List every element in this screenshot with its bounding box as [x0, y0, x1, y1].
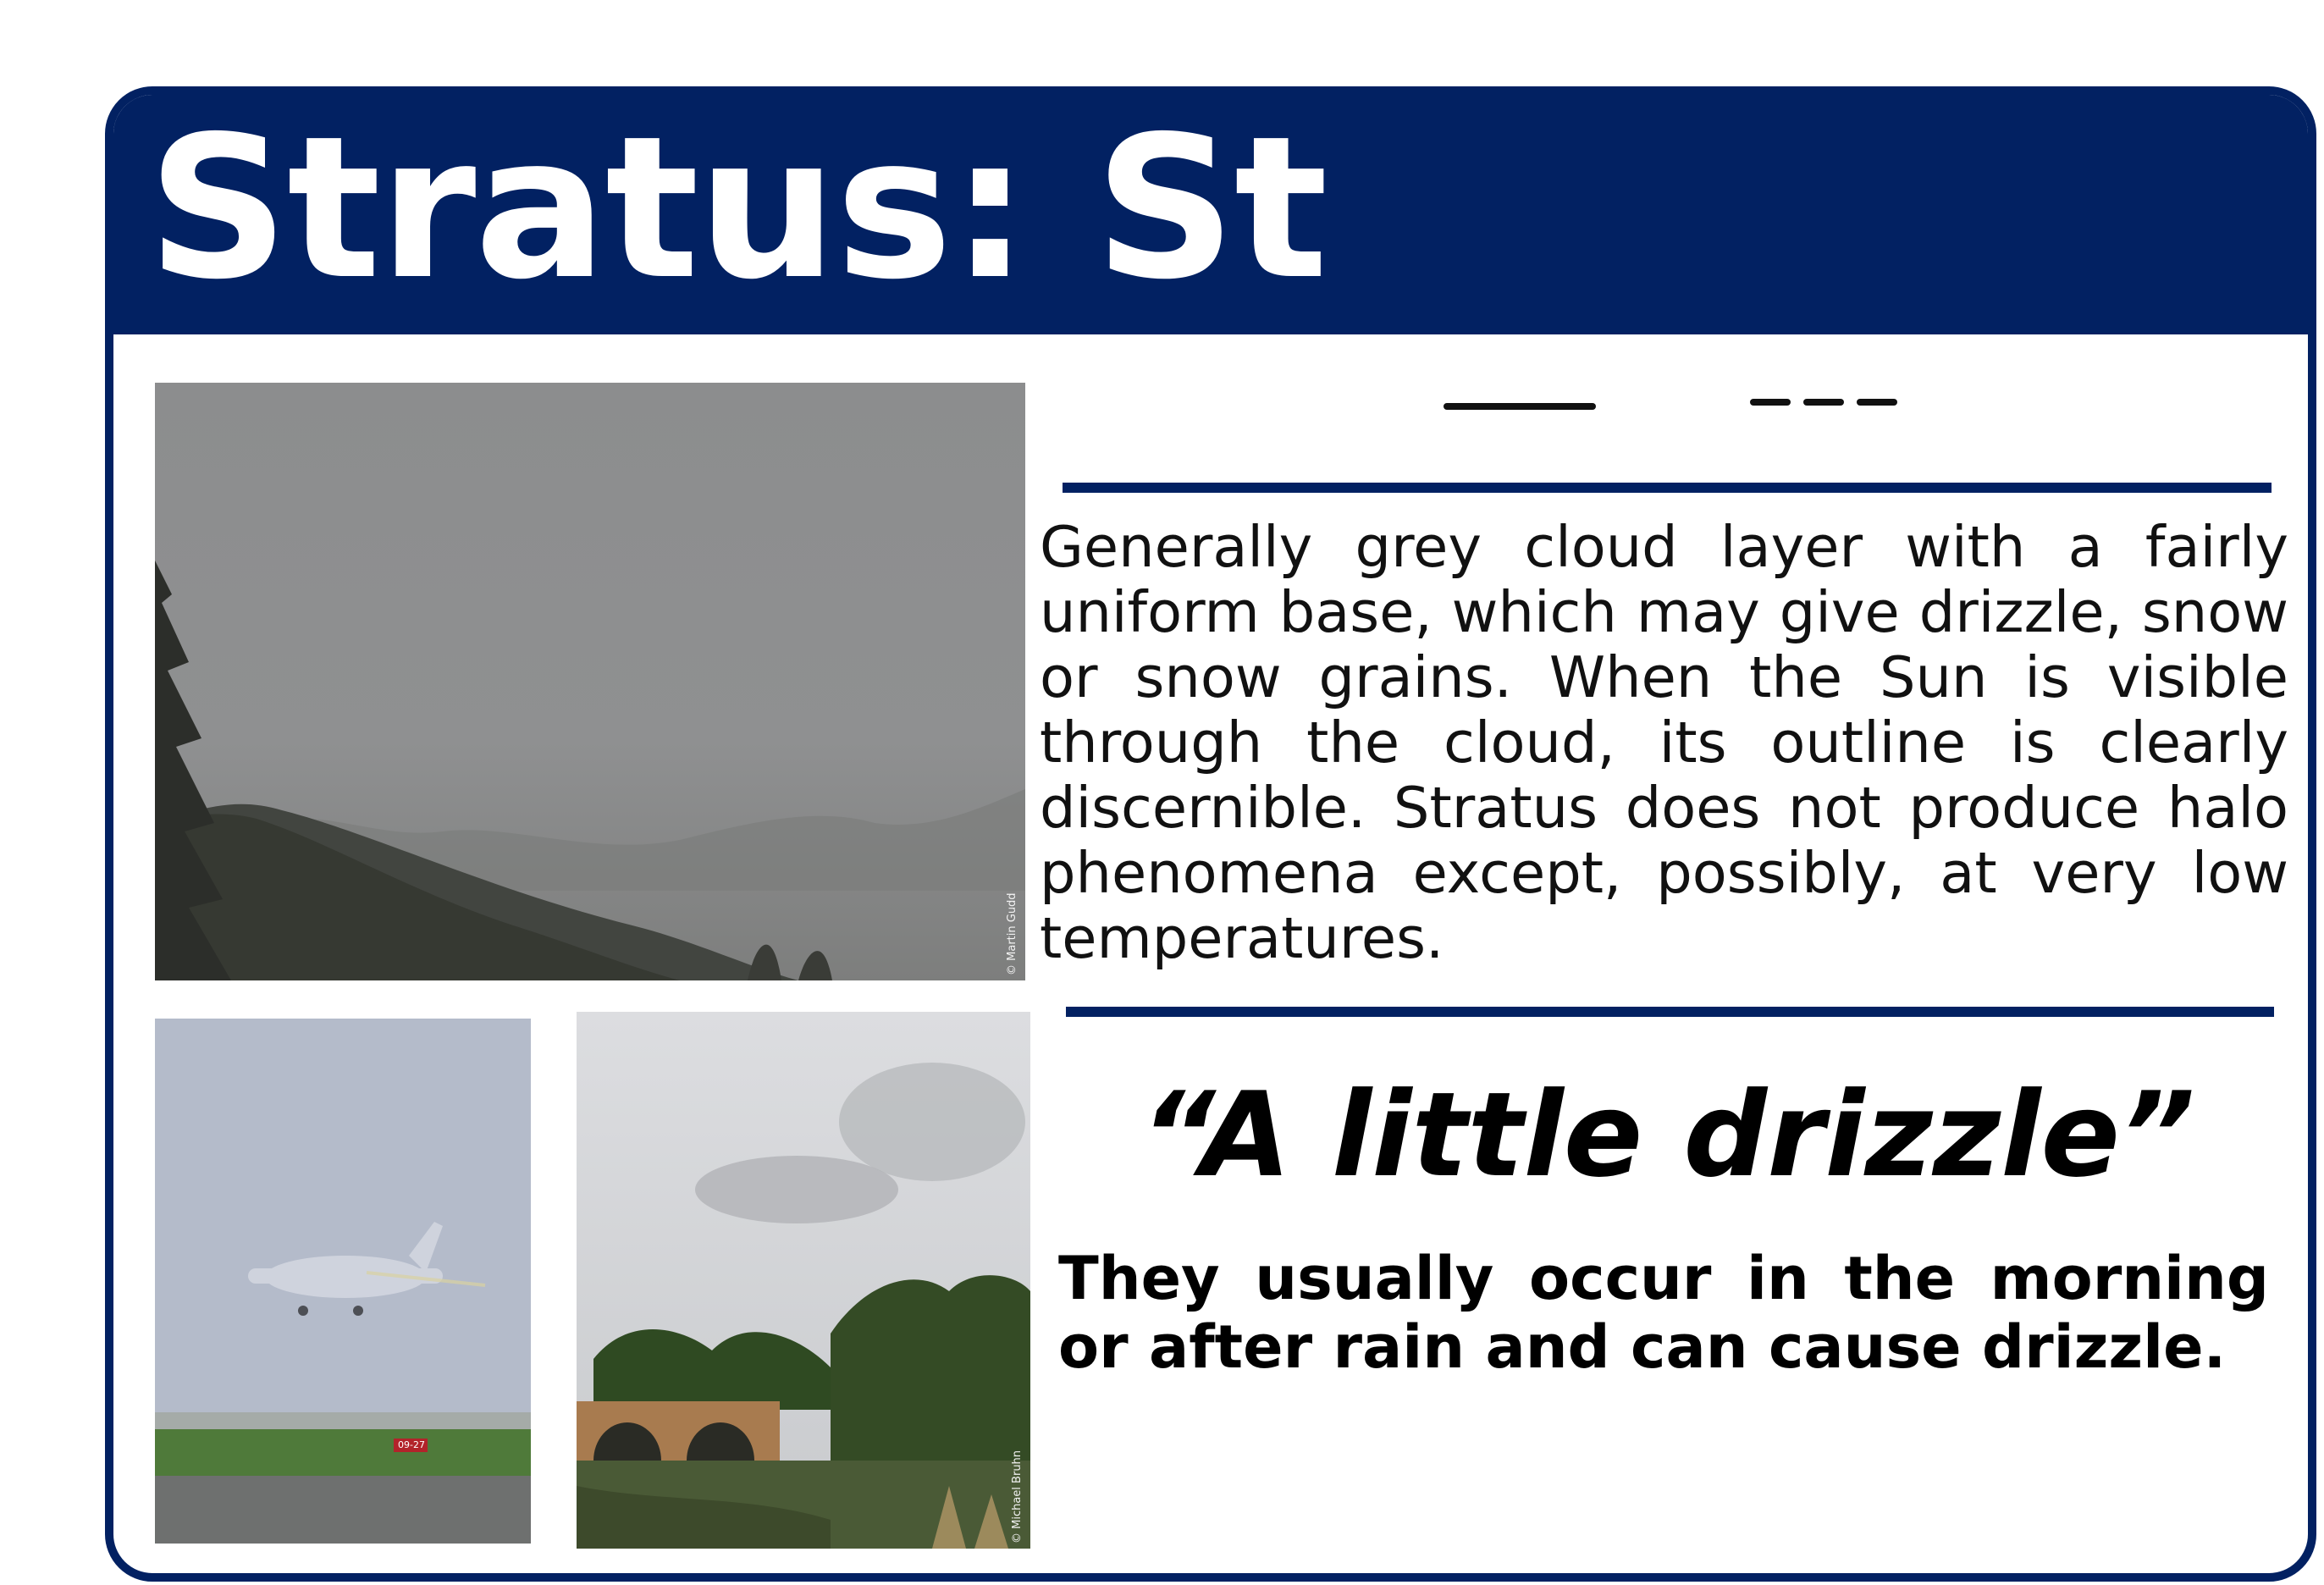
page-title: Stratus: St — [147, 94, 1328, 323]
divider-bottom — [1066, 1007, 2274, 1017]
occurrence-note: They usually occur in the morning or aft… — [1058, 1244, 2269, 1382]
cloud-description: Generally grey cloud layer with a fairly… — [1040, 514, 2288, 971]
divider-top — [1063, 483, 2272, 493]
cloud-quote: “A little drizzle” — [1140, 1067, 2195, 1203]
photo-credit: © Martin Gudd — [1006, 892, 1018, 975]
stratus-landscape-photo: © Martin Gudd — [155, 383, 1025, 980]
airport-fog-photo: 09-27 — [155, 1019, 531, 1544]
bridge-photo: © Michael Bruhn — [577, 1012, 1030, 1549]
runway-sign: 09-27 — [398, 1439, 425, 1450]
stratus-dashed-line-symbol — [1750, 399, 1897, 406]
stratus-solid-line-symbol — [1444, 403, 1596, 410]
cloud-symbols — [1444, 399, 1897, 410]
title-bar: Stratus: St — [113, 95, 2308, 334]
photo-credit: © Michael Bruhn — [1011, 1450, 1024, 1544]
